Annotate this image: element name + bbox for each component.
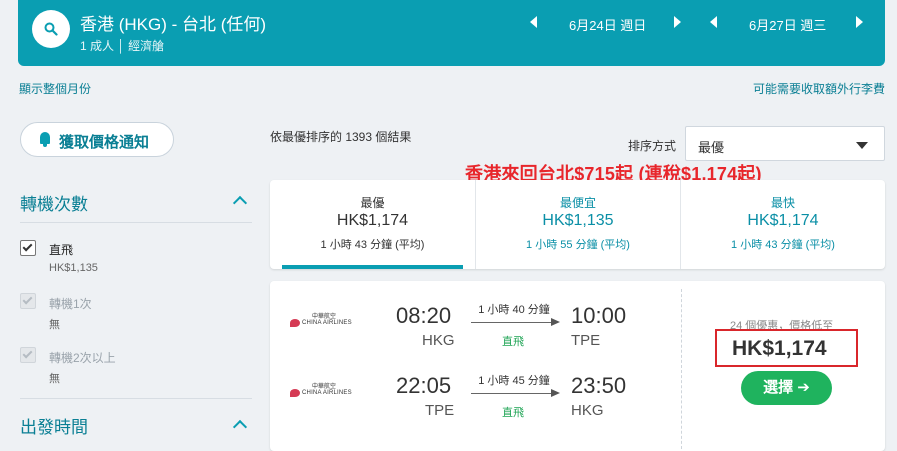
airline-logo: 中華航空 CHINA AIRLINES (286, 381, 352, 405)
departure-airport: HKG (422, 332, 455, 349)
tab-cheapest[interactable]: 最便宜 HK$1,135 1 小時 55 分鐘 (平均) (475, 180, 680, 269)
arrival-time: 23:50 (571, 373, 627, 398)
tab-price: HK$1,174 (336, 212, 409, 229)
return-date[interactable]: 6月27日 週三 (749, 15, 826, 34)
active-tab-indicator (282, 265, 463, 269)
checkbox-one-stop (20, 293, 36, 309)
plum-blossom-icon (290, 319, 300, 327)
card-divider (681, 289, 682, 449)
prev-depart-date-icon[interactable] (530, 16, 537, 28)
check-icon (22, 294, 33, 305)
airline-name: CHINA AIRLINES (302, 320, 352, 326)
plum-blossom-icon (290, 389, 300, 397)
sort-select[interactable]: 最優 (685, 126, 885, 161)
divider (20, 398, 252, 399)
tab-title: 最優 (360, 196, 385, 210)
filter-price-direct: HK$1,135 (49, 262, 98, 274)
results-count: 依最優排序的 1393 個結果 (270, 130, 412, 144)
plane-icon (551, 389, 560, 397)
baggage-fee-link[interactable]: 可能需要收取額外行李費 (753, 80, 885, 97)
price-alert-label: 獲取價格通知 (59, 134, 150, 151)
tab-title: 最快 (770, 196, 795, 210)
route-title: 香港 (HKG) - 台北 (任何) (80, 15, 267, 34)
next-depart-date-icon[interactable] (674, 16, 681, 28)
tab-duration: 1 小時 55 分鐘 (平均) (526, 239, 630, 251)
search-icon (44, 22, 58, 36)
search-summary-bar[interactable]: 香港 (HKG) - 台北 (任何) 1 成人 │ 經濟艙 6月24日 週日 6… (18, 0, 885, 66)
plane-icon (551, 318, 560, 326)
stops-filter-title[interactable]: 轉機次數 (20, 190, 88, 215)
filter-label-two-stops: 轉機2次以上 (49, 351, 116, 365)
sort-value: 最優 (698, 140, 725, 155)
caret-down-icon (856, 142, 868, 149)
airline-name-cn: 中華航空 (312, 314, 337, 320)
route-line (471, 393, 553, 394)
prev-return-date-icon[interactable] (710, 16, 717, 28)
show-month-link[interactable]: 顯示整個月份 (19, 80, 91, 97)
check-icon (22, 241, 33, 252)
airline-name: CHINA AIRLINES (302, 390, 352, 396)
check-icon (22, 348, 33, 359)
checkbox-two-stops (20, 347, 36, 363)
divider (20, 222, 252, 223)
depart-date[interactable]: 6月24日 週日 (569, 15, 646, 34)
flight-result-card[interactable]: 中華航空 CHINA AIRLINES 08:20 HKG 1 小時 40 分鐘… (270, 281, 885, 451)
search-button[interactable] (32, 10, 70, 48)
tab-duration: 1 小時 43 分鐘 (平均) (731, 239, 835, 251)
passenger-class: 1 成人 │ 經濟艙 (80, 39, 165, 53)
chevron-up-icon[interactable] (232, 419, 248, 435)
price-alert-button[interactable]: 獲取價格通知 (20, 122, 174, 157)
next-return-date-icon[interactable] (856, 16, 863, 28)
route-line (471, 322, 553, 323)
tab-fastest[interactable]: 最快 HK$1,174 1 小時 43 分鐘 (平均) (680, 180, 885, 269)
tab-price: HK$1,174 (747, 212, 819, 229)
flight-duration: 1 小時 45 分鐘 (478, 375, 550, 387)
select-flight-button[interactable]: 選擇 ➔ (741, 371, 832, 405)
stops-info: 直飛 (502, 336, 524, 348)
chevron-up-icon[interactable] (232, 195, 248, 211)
airline-name-cn: 中華航空 (312, 384, 337, 390)
filter-price-one-stop: 無 (49, 319, 60, 331)
arrival-time: 10:00 (571, 303, 627, 328)
filter-label-direct: 直飛 (49, 243, 74, 257)
bell-icon (40, 132, 50, 147)
departure-time: 22:05 (396, 373, 452, 398)
tab-title: 最便宜 (559, 196, 596, 210)
filter-label-one-stop: 轉機1次 (49, 297, 92, 311)
tab-duration: 1 小時 43 分鐘 (平均) (320, 239, 425, 251)
arrival-airport: HKG (571, 402, 604, 419)
departure-airport: TPE (425, 402, 455, 419)
airline-logo: 中華航空 CHINA AIRLINES (286, 311, 352, 335)
sort-label: 排序方式 (628, 139, 677, 153)
tab-best[interactable]: 最優 HK$1,174 1 小時 43 分鐘 (平均) (270, 180, 475, 269)
flight-duration: 1 小時 40 分鐘 (478, 304, 550, 316)
depart-time-filter-title[interactable]: 出發時間 (20, 413, 88, 438)
filter-price-two-stops: 無 (49, 373, 60, 385)
sort-tabs: 最優 HK$1,174 1 小時 43 分鐘 (平均) 最便宜 HK$1,135… (270, 180, 885, 269)
stops-info: 直飛 (502, 407, 524, 419)
arrival-airport: TPE (571, 332, 601, 349)
flight-price: HK$1,174 (732, 337, 827, 360)
tab-price: HK$1,135 (542, 212, 614, 229)
checkbox-direct[interactable] (20, 240, 36, 256)
departure-time: 08:20 (396, 303, 452, 328)
